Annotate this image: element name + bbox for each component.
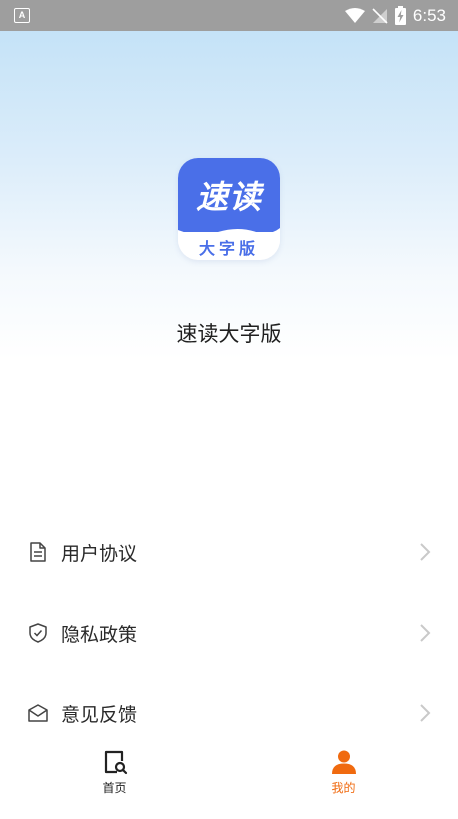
nav-tab-home[interactable]: 首页 (0, 742, 229, 802)
menu-item-label: 意见反馈 (61, 703, 138, 726)
logo-main-text: 速读 (195, 178, 262, 216)
document-icon (30, 542, 46, 562)
logo-bottom: 大字版 (178, 234, 280, 260)
bottom-nav: 首页 我的 (0, 742, 458, 819)
no-signal-icon (372, 8, 388, 24)
nav-tab-mine[interactable]: 我的 (229, 742, 458, 802)
battery-charging-icon (394, 6, 406, 25)
menu-item-privacy-policy[interactable]: 隐私政策 (0, 603, 458, 663)
shield-check-icon (29, 623, 47, 643)
chevron-right-icon (420, 704, 431, 722)
wifi-icon (344, 7, 365, 23)
menu-item-label: 用户协议 (61, 542, 138, 565)
nav-label-mine: 我的 (331, 781, 356, 795)
menu-item-label: 隐私政策 (61, 623, 138, 646)
menu-item-user-agreement[interactable]: 用户协议 (0, 522, 458, 582)
app-name: 速读大字版 (176, 322, 282, 346)
app-logo: 速读 大字版 (178, 158, 280, 260)
envelope-icon (28, 704, 48, 722)
status-time: 6:53 (412, 5, 446, 25)
nav-label-home: 首页 (102, 781, 127, 795)
chevron-right-icon (420, 543, 431, 561)
search-document-icon (104, 750, 127, 775)
menu-item-feedback[interactable]: 意见反馈 (0, 683, 458, 743)
keyboard-a-icon: A (14, 8, 30, 23)
logo-sub-text: 大字版 (198, 239, 259, 258)
chevron-right-icon (420, 624, 431, 642)
user-icon (331, 750, 356, 774)
status-bar: A 6:53 (0, 0, 458, 31)
